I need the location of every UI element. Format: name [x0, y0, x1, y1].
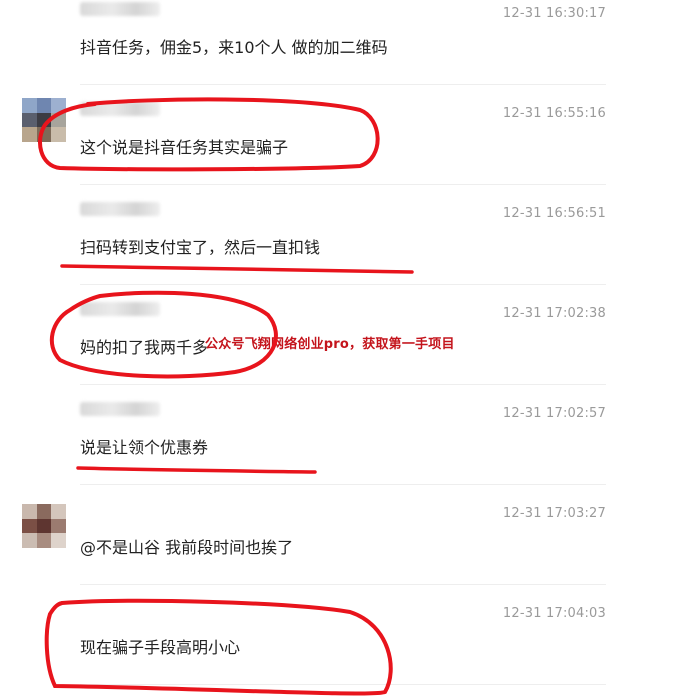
watermark-text: 公众号飞翔网络创业pro，获取第一手项目 [205, 337, 455, 352]
divider [80, 484, 606, 485]
comment-text: 扫码转到支付宝了，然后一直扣钱 [80, 238, 321, 257]
avatar-pixel [36, 533, 52, 548]
comment-item: 不是山谷 12-31 16:55:16 这个说是抖音任务其实是骗子 [0, 98, 691, 200]
comment-time: 12-31 17:04:03 [502, 606, 606, 621]
divider [80, 284, 606, 285]
comment-item: 桔子 12-31 16:30:17 抖音任务，佣金5，来10个人 做的加二维码 [0, 0, 691, 100]
avatar-pixel [22, 98, 37, 113]
comment-text: @不是山谷 我前段时间也挨了 [80, 538, 294, 557]
avatar-pixel [22, 504, 37, 519]
avatar-pixel [51, 127, 66, 142]
avatar-pixel [51, 98, 66, 113]
comment-time: 12-31 17:02:57 [502, 406, 606, 421]
comment-text: 抖音任务，佣金5，来10个人 做的加二维码 [80, 38, 388, 57]
avatar[interactable] [22, 504, 66, 548]
avatar-pixel [51, 504, 66, 519]
avatar-pixel [22, 112, 37, 128]
avatar-pixel [36, 112, 52, 128]
comment-item: 12-31 17:03:27 @不是山谷 我前段时间也挨了 [0, 500, 691, 600]
comment-text: 这个说是抖音任务其实是骗子 [80, 138, 289, 157]
avatar[interactable] [22, 98, 66, 142]
comment-item: 不一山谷 12-31 17:02:57 说是让领个优惠券 [0, 400, 691, 500]
comment-time: 12-31 16:30:17 [502, 6, 606, 21]
divider [80, 684, 606, 685]
divider [80, 384, 606, 385]
avatar-pixel [51, 112, 66, 128]
avatar-pixel [36, 518, 52, 534]
avatar-pixel [36, 127, 52, 142]
commenter-name[interactable]: 桔子 [80, 2, 160, 16]
comment-item: 不是山谷 12-31 16:56:51 扫码转到支付宝了，然后一直扣钱 [0, 200, 691, 300]
avatar-pixel [51, 533, 66, 548]
commenter-name[interactable]: 不是山谷 [80, 302, 160, 316]
avatar-pixel [36, 98, 52, 113]
comment-time: 12-31 16:56:51 [502, 206, 606, 221]
avatar-pixel [22, 127, 37, 142]
commenter-name[interactable]: 不是山谷 [80, 102, 160, 116]
commenter-name[interactable]: 不一山谷 [80, 402, 160, 416]
divider [80, 84, 606, 85]
divider [80, 184, 606, 185]
commenter-name[interactable]: 不是山谷 [80, 202, 160, 216]
comment-text: 妈的扣了我两千多 [80, 338, 209, 357]
avatar-pixel [51, 518, 66, 534]
comment-text: 说是让领个优惠券 [80, 438, 209, 457]
comment-time: 12-31 16:55:16 [502, 106, 606, 121]
comment-time: 12-31 17:02:38 [502, 306, 606, 321]
avatar-pixel [36, 504, 52, 519]
comment-text: 现在骗子手段高明小心 [80, 638, 241, 657]
comment-time: 12-31 17:03:27 [502, 506, 606, 521]
avatar-pixel [22, 533, 37, 548]
divider [80, 584, 606, 585]
avatar-pixel [22, 518, 37, 534]
comment-item: 12-31 17:04:03 现在骗子手段高明小心 [0, 600, 691, 700]
